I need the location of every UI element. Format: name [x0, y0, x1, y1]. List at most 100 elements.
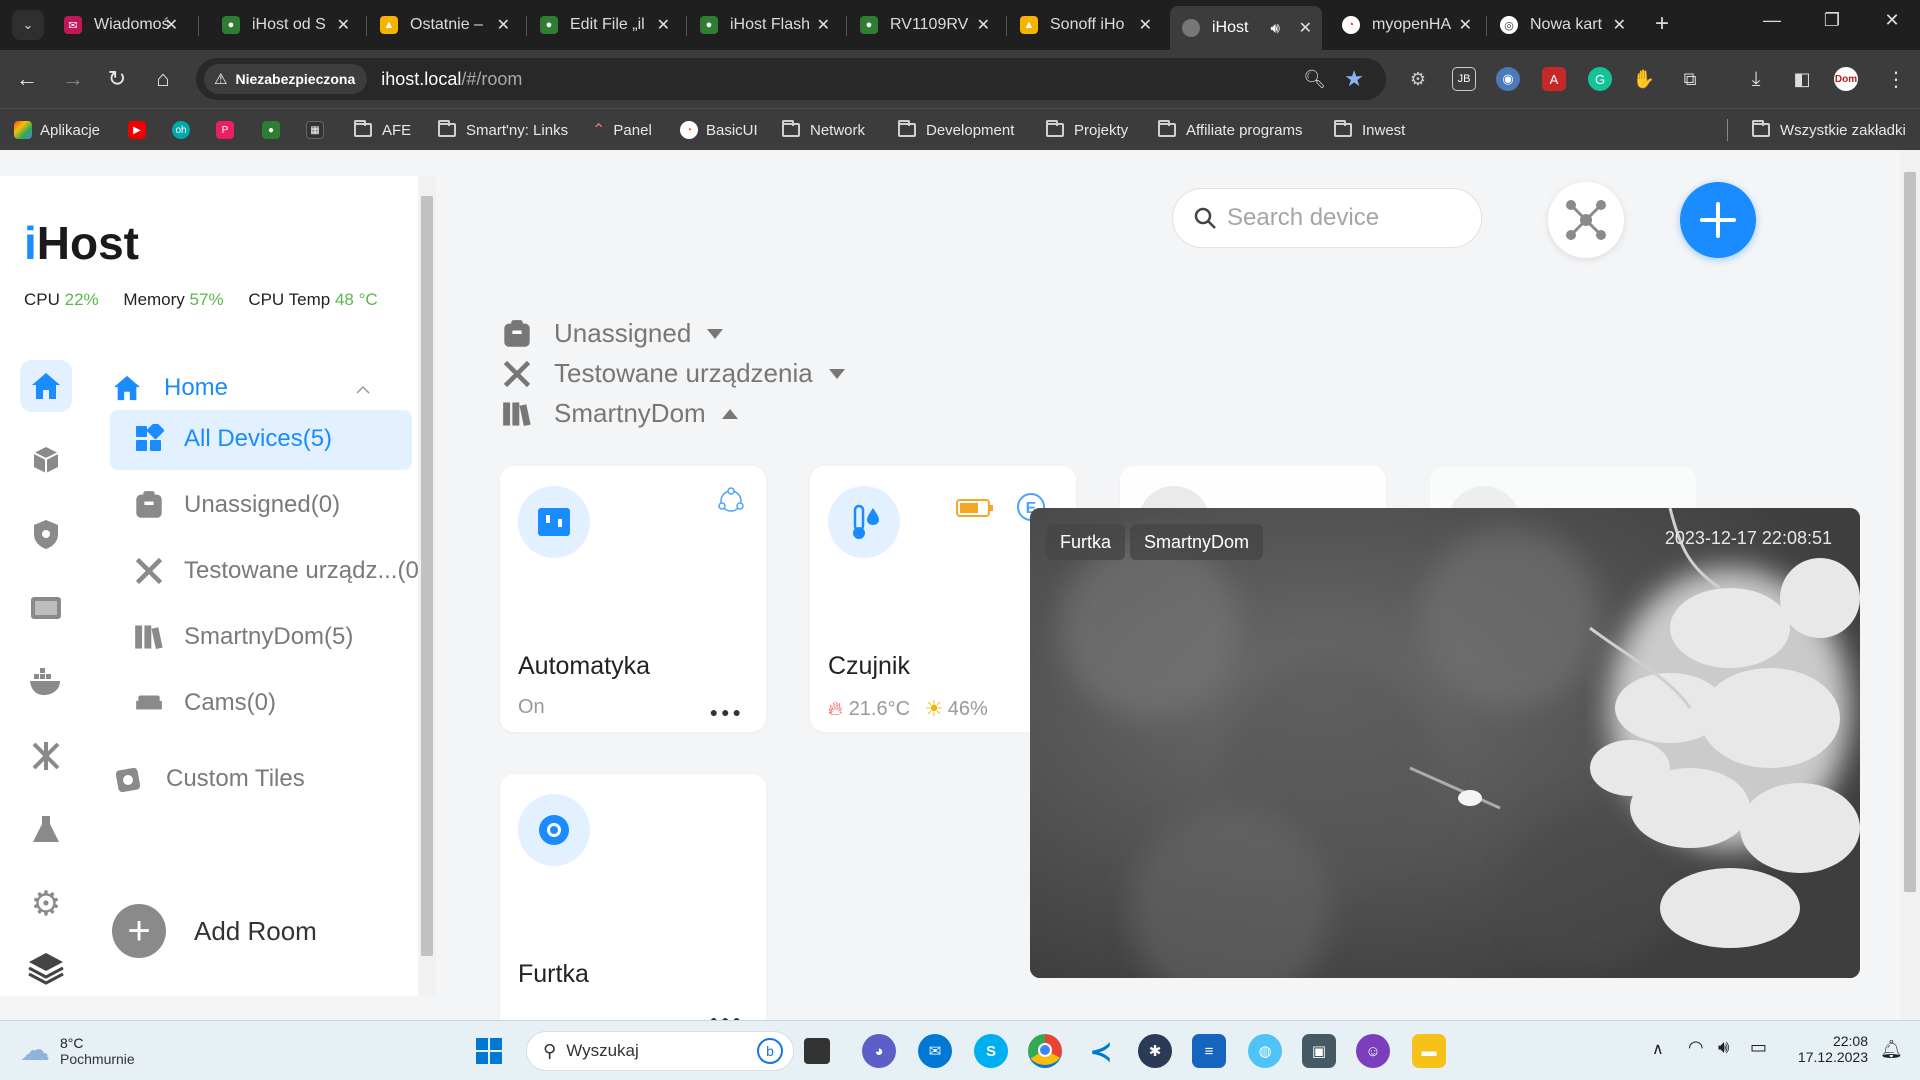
thunderbird-icon[interactable]: ✉ — [918, 1034, 952, 1068]
rail-settings-button[interactable]: ⚙ — [20, 878, 72, 930]
bookmark-basicui[interactable]: ◔ BasicUI — [680, 118, 758, 142]
nav-cams[interactable]: Cams(0) — [134, 688, 276, 718]
jetbrains-icon[interactable]: JB — [1452, 67, 1476, 91]
clock[interactable]: 22:08 17.12.2023 — [1788, 1033, 1868, 1065]
reload-button[interactable]: ↻ — [102, 64, 132, 94]
tab-myopenhab[interactable]: ◔ myopenHA ✕ — [1330, 8, 1482, 42]
speaker-icon[interactable]: 🔊︎ — [1271, 20, 1280, 37]
network-tool-icon[interactable]: ✱ — [1138, 1034, 1172, 1068]
extensions-puzzle-icon[interactable]: ⧉ — [1678, 67, 1702, 91]
bookmark-afe[interactable]: AFE — [354, 118, 411, 142]
collapse-caret-icon[interactable] — [721, 408, 738, 419]
close-tab-icon[interactable]: ✕ — [1139, 15, 1152, 35]
bookmark-all[interactable]: Wszystkie zakładki — [1752, 118, 1906, 142]
profile-avatar[interactable]: Dom — [1834, 67, 1858, 91]
new-tab-button[interactable]: + — [1642, 10, 1682, 38]
bookmark-youtube[interactable]: ▶ — [128, 118, 154, 142]
add-device-button[interactable] — [1680, 182, 1756, 258]
search-box[interactable] — [1172, 188, 1482, 248]
angular-icon[interactable]: A — [1542, 67, 1566, 91]
tab-wiadomosci[interactable]: ✉ Wiadomoś ✕ — [52, 8, 188, 42]
task-view-icon[interactable] — [804, 1038, 830, 1064]
bookmark-star-icon[interactable]: ★ — [1344, 66, 1364, 92]
volume-icon[interactable]: 🔊︎ — [1718, 1037, 1729, 1058]
address-bar[interactable]: ⚠ Niezabezpieczona ihost.local/#/room 🔍︎… — [196, 58, 1386, 100]
download-icon[interactable]: ⤓ — [1744, 67, 1768, 91]
remote-desktop-icon[interactable]: ▣ — [1302, 1034, 1336, 1068]
show-hidden-icons-chevron[interactable]: ∧ — [1652, 1039, 1664, 1059]
bookmark-pinterest[interactable]: P — [216, 118, 242, 142]
notification-bell-icon[interactable]: 🔔︎ — [1880, 1039, 1903, 1060]
nav-smartnydom[interactable]: SmartnyDom(5) — [134, 622, 353, 652]
close-tab-icon[interactable]: ✕ — [657, 15, 670, 35]
rail-lab-button[interactable] — [20, 804, 72, 856]
minimize-button[interactable]: — — [1752, 10, 1792, 31]
chrome-taskbar-icon[interactable] — [1028, 1034, 1062, 1068]
close-tab-icon[interactable]: ✕ — [165, 15, 178, 35]
close-tab-icon[interactable]: ✕ — [1459, 15, 1472, 35]
extension-icon[interactable]: ◉ — [1496, 67, 1520, 91]
collapse-chevron-icon[interactable] — [356, 386, 370, 394]
side-panel-icon[interactable]: ◧ — [1790, 67, 1814, 91]
grammarly-icon[interactable]: G — [1588, 67, 1612, 91]
close-tab-icon[interactable]: ✕ — [977, 15, 990, 35]
search-input[interactable] — [1227, 204, 1467, 232]
close-tab-icon[interactable]: ✕ — [337, 15, 350, 35]
network-topology-button[interactable] — [1548, 182, 1624, 258]
nav-home[interactable]: Home — [112, 374, 228, 402]
close-tab-icon[interactable]: ✕ — [497, 15, 510, 35]
hand-icon[interactable]: ✋ — [1632, 67, 1656, 91]
skype-icon[interactable]: S — [974, 1034, 1008, 1068]
rail-security-button[interactable] — [20, 508, 72, 560]
group-unassigned[interactable]: Unassigned — [502, 318, 724, 349]
bookmark-projekty[interactable]: Projekty — [1046, 118, 1128, 142]
tab-edit-file[interactable]: ● Edit File „il ✕ — [528, 8, 680, 42]
github-icon[interactable]: ☺ — [1356, 1034, 1390, 1068]
menu-icon[interactable]: ⋮ — [1884, 67, 1908, 91]
bookmark-apps[interactable]: Aplikacje — [14, 118, 100, 142]
bookmark-terminal[interactable]: ▦ — [306, 118, 332, 142]
home-button[interactable]: ⌂ — [148, 64, 178, 94]
globe-icon[interactable]: ◍ — [1248, 1034, 1282, 1068]
bookmark-panel[interactable]: ⌃ Panel — [592, 118, 652, 142]
close-tab-icon[interactable]: ✕ — [1613, 15, 1626, 35]
tab-ostatnie[interactable]: ▲ Ostatnie – ✕ — [368, 8, 520, 42]
rail-automation-button[interactable] — [20, 730, 72, 782]
restore-button[interactable]: ❐ — [1812, 10, 1852, 31]
bing-icon[interactable]: b — [757, 1038, 783, 1064]
rail-ewelink-button[interactable] — [20, 582, 72, 634]
sidebar-scrollbar-thumb[interactable] — [421, 196, 433, 956]
add-room-label[interactable]: Add Room — [194, 916, 317, 947]
tab-ihost-flash[interactable]: ● iHost Flash ✕ — [688, 8, 840, 42]
close-window-button[interactable]: ✕ — [1872, 10, 1912, 31]
tab-search-button[interactable]: ⌄ — [12, 10, 44, 40]
nav-unassigned[interactable]: Unassigned(0) — [134, 490, 340, 520]
tab-ihost-active[interactable]: iHost 🔊︎ ✕ — [1170, 6, 1322, 50]
device-card-furtka[interactable]: Furtka ●●● — [500, 774, 766, 1020]
expand-caret-icon[interactable] — [828, 368, 845, 379]
vscode-icon[interactable]: ≺ — [1084, 1034, 1118, 1068]
rail-layers-button[interactable] — [20, 942, 72, 994]
bookmark-smartny-links[interactable]: Smart'ny: Links — [438, 118, 568, 142]
bookmark-inwest[interactable]: Inwest — [1334, 118, 1405, 142]
weather-widget[interactable]: ☁ 8°C Pochmurnie — [20, 1033, 135, 1068]
tab-rv1109[interactable]: ● RV1109RV ✕ — [848, 8, 1000, 42]
rail-devices-button[interactable] — [20, 434, 72, 486]
forward-button[interactable]: → — [58, 64, 88, 94]
bookmark-ihost[interactable]: ● — [262, 118, 288, 142]
group-smartnydom[interactable]: SmartnyDom — [502, 398, 738, 429]
bookmark-affiliate[interactable]: Affiliate programs — [1158, 118, 1302, 142]
battery-tray-icon[interactable]: ▭ — [1750, 1037, 1767, 1058]
zoom-icon[interactable]: 🔍︎ — [1303, 69, 1326, 90]
taskbar-search[interactable]: ⚲ Wyszukaj b — [526, 1031, 794, 1071]
more-options-icon[interactable]: ●●● — [710, 704, 744, 720]
camera-stream-popup[interactable]: Furtka SmartnyDom 2023-12-17 22:08:51 — [1030, 508, 1860, 978]
bookmark-network[interactable]: Network — [782, 118, 865, 142]
tab-new-tab[interactable]: ◎ Nowa kart ✕ — [1488, 8, 1636, 42]
bookmark-development[interactable]: Development — [898, 118, 1014, 142]
rail-home-button[interactable] — [20, 360, 72, 412]
start-button[interactable] — [472, 1034, 506, 1068]
teams-icon[interactable]: ◕ — [862, 1034, 896, 1068]
device-card-automatyka[interactable]: Automatyka On ●●● — [500, 466, 766, 732]
add-room-button[interactable]: + — [112, 904, 166, 958]
